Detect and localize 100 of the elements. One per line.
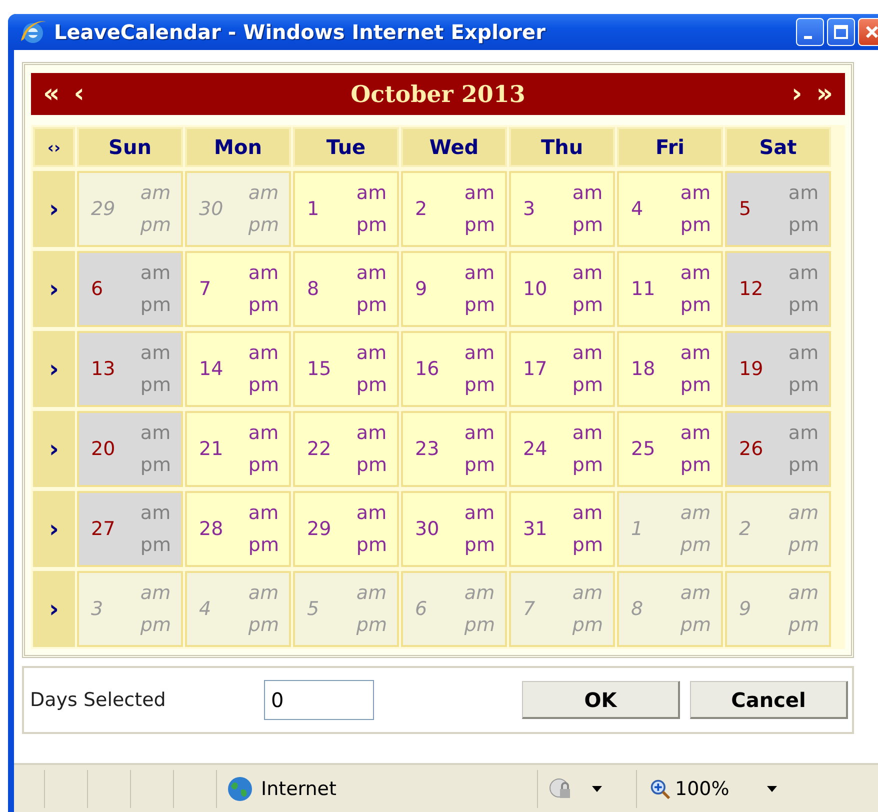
am-option[interactable]: am <box>572 342 603 364</box>
am-option[interactable]: am <box>680 422 711 444</box>
days-selected-field[interactable]: 0 <box>264 680 374 720</box>
day-cell[interactable]: 4 am pm <box>617 171 723 247</box>
am-option[interactable]: am <box>572 422 603 444</box>
am-option[interactable]: am <box>572 502 603 524</box>
pm-option[interactable]: pm <box>680 374 711 396</box>
nav-arrow[interactable]: « <box>43 81 60 107</box>
dialog-button[interactable]: Cancel <box>690 681 848 719</box>
weekday-header: Wed <box>401 127 507 167</box>
day-cell[interactable]: 17 am pm <box>509 331 615 407</box>
pm-option[interactable]: pm <box>464 294 495 316</box>
window-title: LeaveCalendar - Windows Internet Explorer <box>54 20 546 44</box>
day-cell[interactable]: 8 am pm <box>293 251 399 327</box>
pm-option[interactable]: pm <box>248 374 279 396</box>
pm-option[interactable]: pm <box>572 454 603 476</box>
weekday-header: Mon <box>185 127 291 167</box>
am-option[interactable]: am <box>356 262 387 284</box>
day-cell[interactable]: 29 am pm <box>293 491 399 567</box>
day-cell[interactable]: 1 am pm <box>293 171 399 247</box>
day-cell[interactable]: 23 am pm <box>401 411 507 487</box>
day-cell[interactable]: 9 am pm <box>401 251 507 327</box>
day-number: 29 <box>307 518 332 540</box>
day-cell[interactable]: 25 am pm <box>617 411 723 487</box>
day-cell[interactable]: 11 am pm <box>617 251 723 327</box>
am-option[interactable]: am <box>248 502 279 524</box>
am-option[interactable]: am <box>356 502 387 524</box>
day-cell[interactable]: 10 am pm <box>509 251 615 327</box>
week-select[interactable]: › <box>33 251 75 327</box>
day-cell[interactable]: 21 am pm <box>185 411 291 487</box>
day-cell[interactable]: 14 am pm <box>185 331 291 407</box>
weekday-header: Thu <box>509 127 615 167</box>
select-all-toggle[interactable]: ‹› <box>33 127 75 167</box>
week-select[interactable]: › <box>33 331 75 407</box>
pm-option[interactable]: pm <box>356 214 387 236</box>
pm-option[interactable]: pm <box>572 374 603 396</box>
day-cell[interactable]: 24 am pm <box>509 411 615 487</box>
day-cell[interactable]: 2 am pm <box>401 171 507 247</box>
pm-option[interactable]: pm <box>464 454 495 476</box>
am-option[interactable]: am <box>248 422 279 444</box>
day-cell[interactable]: 30 am pm <box>401 491 507 567</box>
close-button[interactable] <box>858 18 878 46</box>
maximize-button[interactable] <box>827 18 855 46</box>
am-option[interactable]: am <box>356 182 387 204</box>
pm-option[interactable]: pm <box>248 454 279 476</box>
pm-option[interactable]: pm <box>248 294 279 316</box>
pm-option[interactable]: pm <box>356 534 387 556</box>
pm-option[interactable]: pm <box>572 534 603 556</box>
pm-option[interactable]: pm <box>464 374 495 396</box>
nav-arrow[interactable]: ‹ <box>74 81 85 107</box>
pm-option[interactable]: pm <box>464 534 495 556</box>
week-select[interactable]: › <box>33 571 75 647</box>
pm-option[interactable]: pm <box>680 454 711 476</box>
am-option[interactable]: am <box>464 502 495 524</box>
pm-option[interactable]: pm <box>572 214 603 236</box>
nav-arrow[interactable]: » <box>816 81 833 107</box>
minimize-button[interactable] <box>796 18 824 46</box>
dialog-button[interactable]: OK <box>522 681 680 719</box>
am-option[interactable]: am <box>464 262 495 284</box>
pm-option[interactable]: pm <box>356 294 387 316</box>
am-option[interactable]: am <box>680 342 711 364</box>
caret-icon[interactable] <box>767 786 778 792</box>
nav-arrow[interactable]: › <box>791 81 802 107</box>
day-number: 19 <box>739 358 764 380</box>
day-cell[interactable]: 15 am pm <box>293 331 399 407</box>
day-number: 2 <box>415 198 428 220</box>
am-option[interactable]: am <box>680 182 711 204</box>
am-option[interactable]: am <box>248 342 279 364</box>
day-cell[interactable]: 31 am pm <box>509 491 615 567</box>
day-cell[interactable]: 28 am pm <box>185 491 291 567</box>
am-option[interactable]: am <box>248 262 279 284</box>
week-select[interactable]: › <box>33 411 75 487</box>
pm-option[interactable]: pm <box>356 454 387 476</box>
day-number: 6 <box>415 598 428 620</box>
pm-option[interactable]: pm <box>464 214 495 236</box>
day-number: 12 <box>739 278 764 300</box>
week-select[interactable]: › <box>33 171 75 247</box>
magnifier-icon <box>649 778 671 800</box>
day-cell[interactable]: 3 am pm <box>509 171 615 247</box>
am-option[interactable]: am <box>680 262 711 284</box>
day-cell[interactable]: 16 am pm <box>401 331 507 407</box>
am-option[interactable]: am <box>356 422 387 444</box>
zoom-level[interactable]: 100% <box>675 778 730 800</box>
day-cell[interactable]: 7 am pm <box>185 251 291 327</box>
caret-icon[interactable] <box>592 786 602 792</box>
am-option[interactable]: am <box>464 342 495 364</box>
am-option[interactable]: am <box>464 182 495 204</box>
am-option[interactable]: am <box>356 342 387 364</box>
pm-option[interactable]: pm <box>572 294 603 316</box>
day-cell[interactable]: 22 am pm <box>293 411 399 487</box>
week-select[interactable]: › <box>33 491 75 567</box>
am-option[interactable]: am <box>572 182 603 204</box>
pm-option[interactable]: pm <box>248 534 279 556</box>
am-option[interactable]: am <box>464 422 495 444</box>
day-number: 9 <box>415 278 428 300</box>
pm-option[interactable]: pm <box>680 294 711 316</box>
am-option[interactable]: am <box>572 262 603 284</box>
day-cell[interactable]: 18 am pm <box>617 331 723 407</box>
pm-option[interactable]: pm <box>356 374 387 396</box>
pm-option[interactable]: pm <box>680 214 711 236</box>
